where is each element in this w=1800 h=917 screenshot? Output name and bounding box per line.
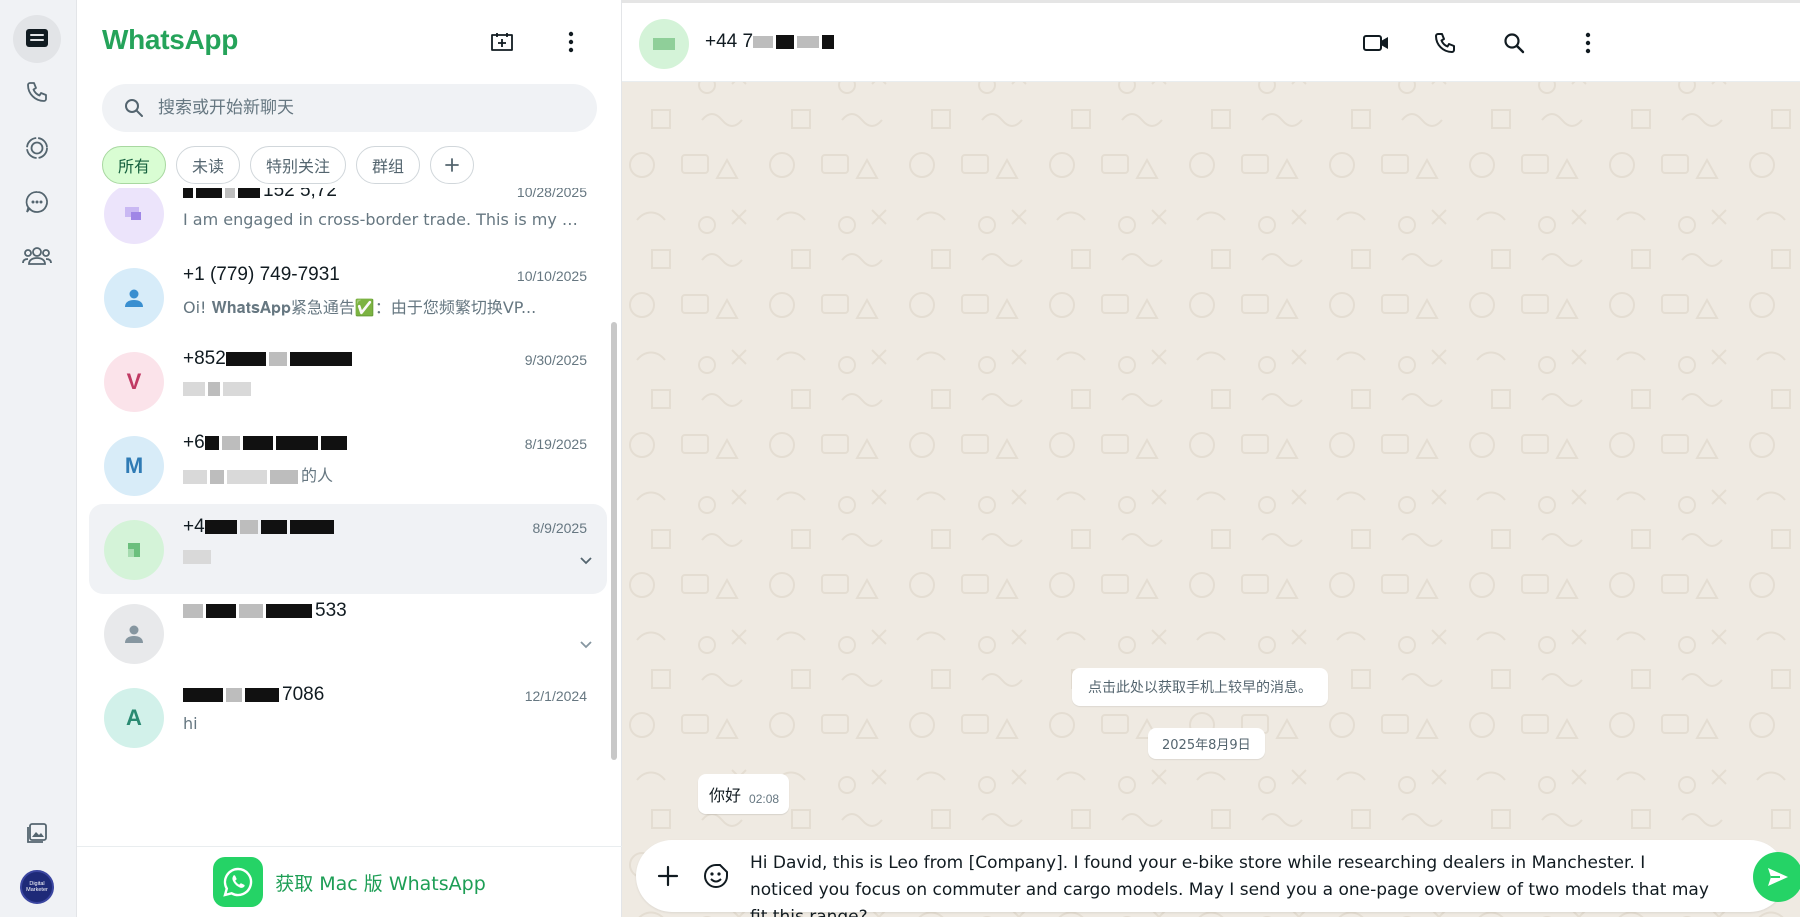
video-call-button[interactable] — [1358, 25, 1394, 61]
app-title: WhatsApp — [102, 24, 239, 55]
chevron-down-icon[interactable] — [579, 640, 593, 650]
chat-preview: 的人 — [183, 462, 583, 486]
filter-favorites[interactable]: 特别关注 — [250, 146, 347, 184]
chat-preview — [183, 546, 583, 565]
chat-list: 152 5,72 10/28/2025 I am engaged in cros… — [77, 188, 617, 848]
conversation-header[interactable]: +44 7 — [622, 0, 1800, 82]
filter-unread[interactable]: 未读 — [176, 146, 241, 184]
new-chat-button[interactable] — [484, 24, 520, 60]
chat-date: 8/9/2025 — [532, 520, 588, 536]
conversation-pane: +44 7 点击此处以获取手机上较早的消息。 2025年8月9日 你好 02:0… — [622, 0, 1800, 917]
chat-date: 10/10/2025 — [516, 268, 587, 284]
channels-button[interactable] — [13, 178, 61, 226]
chat-date: 9/30/2025 — [524, 352, 587, 368]
filter-chips: 所有 未读 特别关注 群组 — [102, 146, 475, 184]
chat-name: +852 — [183, 348, 355, 370]
avatar: V — [104, 352, 164, 412]
search-bar[interactable] — [102, 84, 597, 132]
chat-row[interactable]: 152 5,72 10/28/2025 I am engaged in cros… — [89, 188, 607, 258]
chats-icon — [24, 27, 50, 51]
search-in-chat-button[interactable] — [1496, 25, 1532, 61]
video-call-icon — [1362, 33, 1390, 53]
avatar: A — [104, 688, 164, 748]
avatar — [104, 520, 164, 580]
filter-groups[interactable]: 群组 — [356, 146, 421, 184]
calls-button[interactable] — [13, 68, 61, 116]
chat-wallpaper — [622, 0, 1800, 917]
plus-icon — [657, 865, 679, 887]
status-icon — [24, 135, 50, 161]
chat-row-selected[interactable]: +4 8/9/2025 — [89, 504, 607, 594]
search-icon — [1503, 32, 1525, 54]
chevron-down-icon[interactable] — [579, 556, 593, 566]
communities-icon — [22, 244, 52, 268]
phone-icon — [1433, 31, 1457, 55]
conversation-menu-button[interactable] — [1570, 25, 1606, 61]
more-vertical-icon — [568, 31, 574, 53]
add-filter-button[interactable] — [430, 146, 475, 184]
chat-date: 8/19/2025 — [524, 436, 587, 452]
chat-row[interactable]: 533 — [89, 588, 607, 678]
person-icon — [123, 623, 145, 645]
avatar — [104, 188, 164, 244]
message-text: 你好 — [709, 786, 742, 805]
contact-avatar[interactable] — [639, 19, 689, 69]
plus-icon — [444, 157, 460, 173]
send-icon — [1766, 866, 1790, 888]
whatsapp-logo-icon — [213, 857, 264, 907]
chat-preview: hi — [183, 714, 198, 733]
load-older-messages-notice[interactable]: 点击此处以获取手机上较早的消息。 — [1072, 668, 1328, 706]
media-button[interactable] — [13, 809, 61, 857]
message-time: 02:08 — [749, 792, 780, 806]
chat-date: 12/1/2024 — [524, 688, 587, 704]
chat-row[interactable]: M +6 8/19/2025 的人 — [89, 420, 607, 510]
send-button[interactable] — [1753, 852, 1800, 902]
avatar: M — [104, 436, 164, 496]
more-vertical-icon — [1585, 32, 1591, 54]
chat-list-scrollbar[interactable] — [611, 322, 617, 760]
chat-name: 7086 — [183, 684, 324, 706]
chat-name: +4 — [183, 516, 337, 538]
profile-avatar-text: Digital Marketer — [26, 881, 48, 893]
status-button[interactable] — [13, 124, 61, 172]
voice-call-button[interactable] — [1427, 25, 1463, 61]
filter-all[interactable]: 所有 — [102, 146, 167, 184]
channels-icon — [24, 189, 50, 215]
avatar — [104, 604, 164, 664]
search-input[interactable] — [158, 98, 558, 118]
chat-preview — [183, 378, 583, 397]
search-icon — [124, 98, 144, 118]
profile-avatar[interactable]: Digital Marketer — [20, 870, 54, 904]
chat-name: +6 — [183, 432, 350, 454]
chat-name: 152 5,72 — [183, 188, 337, 202]
chat-name: +1 (779) 749-7931 — [183, 264, 340, 285]
chat-preview: Oi! 𝐖𝐡𝐚𝐭𝐬𝐀𝐩𝐩紧急通告✅：由于您频繁切换VP... — [183, 298, 537, 317]
media-icon — [25, 821, 49, 845]
phone-icon — [25, 80, 49, 104]
sticker-icon — [703, 863, 729, 889]
communities-button[interactable] — [13, 232, 61, 280]
message-composer[interactable]: Hi David, this is Leo from [Company]. I … — [636, 840, 1800, 917]
get-mac-app-banner[interactable]: 获取 Mac 版 WhatsApp — [77, 846, 622, 917]
message-bubble-incoming[interactable]: 你好 02:08 — [698, 774, 790, 814]
date-divider: 2025年8月9日 — [1148, 728, 1265, 759]
menu-button[interactable] — [553, 24, 589, 60]
chats-button[interactable] — [13, 15, 61, 63]
person-icon — [123, 287, 145, 309]
message-input[interactable]: Hi David, this is Leo from [Company]. I … — [750, 850, 1710, 917]
chat-preview: I am engaged in cross-border trade. This… — [183, 210, 583, 229]
chat-row[interactable]: V +852 9/30/2025 — [89, 336, 607, 426]
chat-name: 533 — [183, 600, 347, 622]
attach-button[interactable] — [650, 858, 686, 894]
chat-list-panel: WhatsApp 所有 未读 特别关注 群组 — [77, 0, 622, 917]
get-mac-app-text: 获取 Mac 版 WhatsApp — [275, 872, 486, 895]
avatar — [104, 268, 164, 328]
sticker-button[interactable] — [698, 858, 734, 894]
chat-date: 10/28/2025 — [516, 188, 587, 200]
contact-name[interactable]: +44 7 — [705, 31, 837, 53]
chat-row[interactable]: +1 (779) 749-7931 10/10/2025 Oi! 𝐖𝐡𝐚𝐭𝐬𝐀𝐩… — [89, 252, 607, 342]
new-chat-icon — [489, 30, 515, 54]
navigation-rail: Digital Marketer — [0, 0, 77, 917]
chat-row[interactable]: A 7086 12/1/2024 hi — [89, 672, 607, 762]
